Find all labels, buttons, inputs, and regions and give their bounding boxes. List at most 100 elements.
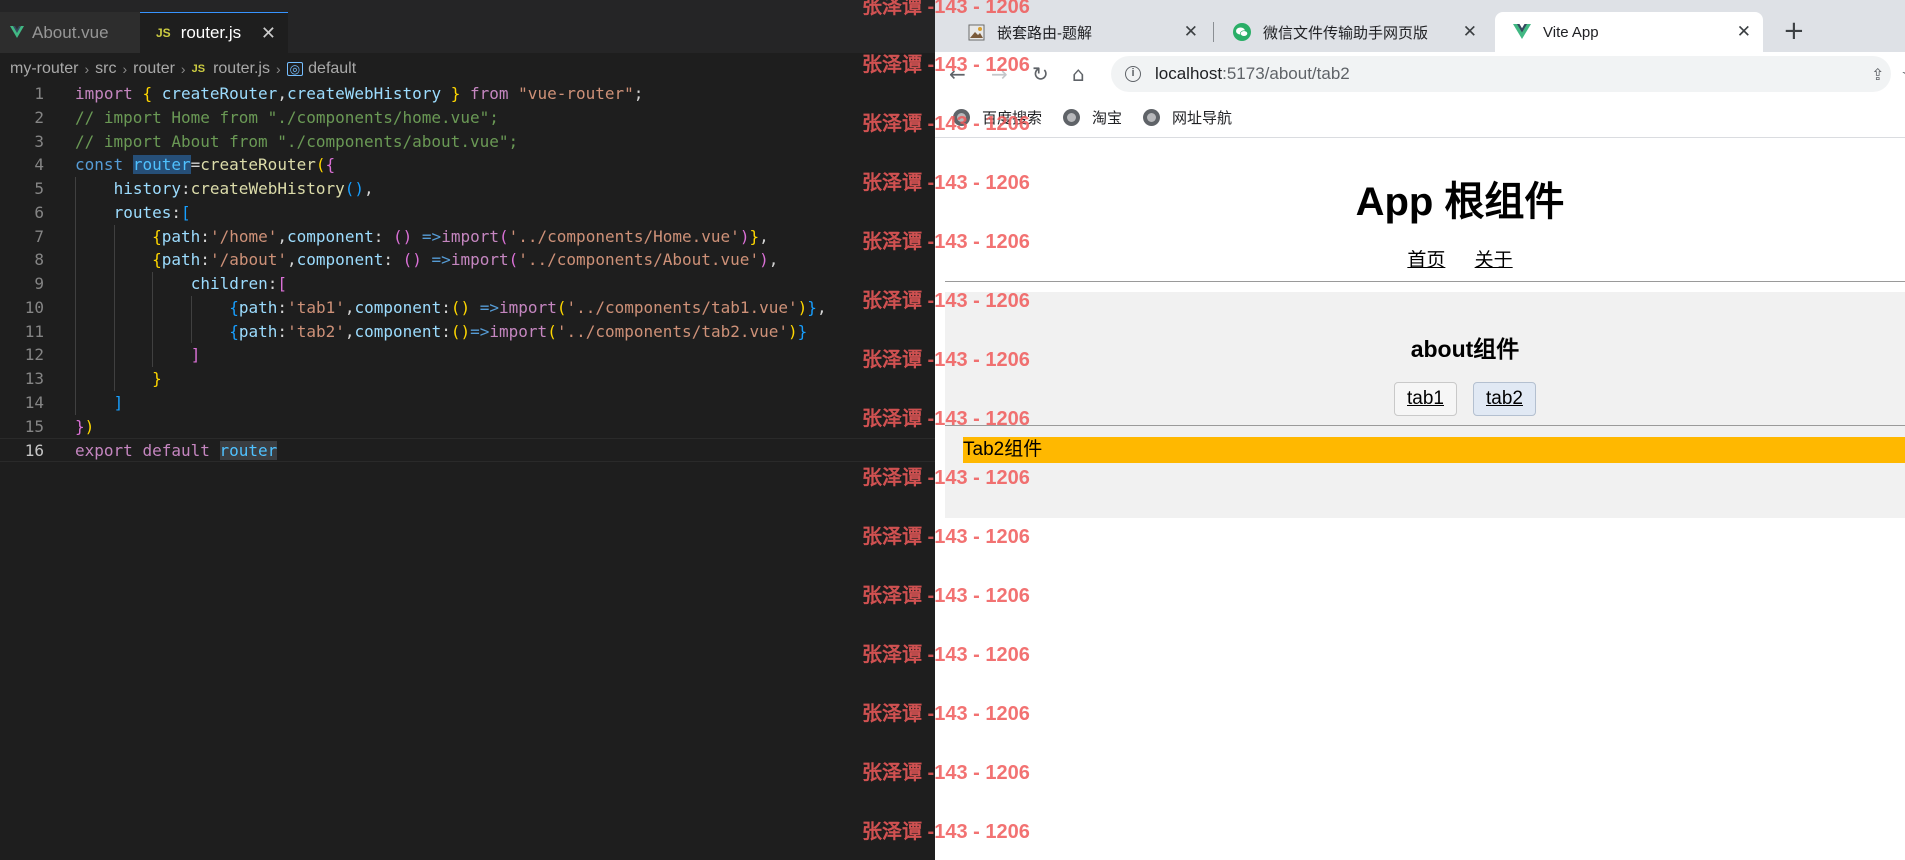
code-text: }	[152, 369, 162, 388]
line-number: 5	[34, 179, 44, 198]
divider	[945, 281, 1905, 282]
wechat-icon	[1233, 23, 1251, 41]
code-line[interactable]: 2 // import Home from "./components/home.…	[0, 106, 935, 130]
bookmark-label: 淘宝	[1092, 110, 1123, 127]
code-text: children:[	[190, 274, 288, 293]
code-line[interactable]: 14 ]	[0, 390, 935, 415]
code-line[interactable]: 16 export default router	[0, 438, 935, 462]
code-text: export default router	[75, 441, 278, 461]
tab2-content: Tab2组件	[963, 437, 1905, 463]
code-line[interactable]: 7 {path:'/home',component: () =>import('…	[0, 224, 935, 249]
bookmarks-bar: 百度搜索 淘宝 网址导航	[935, 98, 1905, 138]
breadcrumb-item[interactable]: router.js	[213, 60, 270, 78]
line-number: 2	[34, 107, 44, 127]
code-text: ]	[190, 345, 201, 365]
tab-label: router.js	[180, 23, 242, 42]
code-line[interactable]: 1 import { createRouter,createWebHistory …	[0, 82, 935, 106]
code-editor: About.vue JS router.js ✕ my-router › src…	[0, 0, 935, 860]
line-number: 7	[34, 226, 44, 246]
line-number: 13	[24, 369, 44, 388]
line-number: 1	[34, 84, 44, 103]
js-icon: JS	[191, 63, 206, 75]
vue-icon	[1513, 23, 1531, 41]
tab-about-vue[interactable]: About.vue	[0, 12, 140, 53]
watermark-text: 张泽谭 -143 - 1206	[862, 467, 1030, 489]
share-icon[interactable]: ⇪	[1871, 65, 1884, 84]
close-icon[interactable]: ✕	[1737, 22, 1751, 42]
browser-tab-vite-app[interactable]: Vite App ✕	[1495, 12, 1763, 52]
browser-tab-title: 嵌套路由-题解	[997, 24, 1092, 42]
code-line[interactable]: 15})	[0, 415, 935, 439]
symbol-variable-icon: ◎	[286, 62, 304, 76]
browser-toolbar: ← → ↻ ⌂ i localhost :5173/about/tab2 ⇪ ☆	[935, 52, 1905, 98]
browser-tab-wechat[interactable]: 微信文件传输助手网页版 ✕	[1217, 12, 1489, 52]
sub-tab-tab1[interactable]: tab1	[1394, 382, 1457, 416]
image-favicon-icon	[967, 23, 985, 41]
code-area[interactable]: 1 import { createRouter,createWebHistory …	[0, 82, 935, 462]
watermark-text: 张泽谭 -143 - 1206	[862, 703, 1030, 725]
watermark-text: 张泽谭 -143 - 1206	[862, 0, 1030, 18]
bookmark-taobao[interactable]: 淘宝	[1063, 107, 1122, 128]
breadcrumb-item[interactable]: src	[95, 60, 116, 78]
code-text: const router=createRouter({	[75, 155, 336, 175]
watermark-text: 张泽谭 -143 - 1206	[862, 821, 1030, 843]
close-icon[interactable]: ✕	[1184, 22, 1198, 42]
reload-icon[interactable]: ↻	[1032, 62, 1049, 86]
watermark-text: 张泽谭 -143 - 1206	[862, 762, 1030, 784]
code-text: // import About from "./components/about…	[75, 131, 519, 151]
breadcrumb-item[interactable]: router	[133, 60, 175, 78]
new-tab-icon[interactable]: +	[1783, 16, 1805, 46]
code-line[interactable]: 6 routes:[	[0, 200, 935, 225]
line-number: 8	[34, 250, 44, 270]
code-line[interactable]: 3 // import About from "./components/abou…	[0, 130, 935, 154]
app-nav: 首页 关于	[935, 245, 1905, 272]
web-page: App 根组件 首页 关于 about组件 tab1 tab2 Tab2组件	[935, 139, 1905, 860]
breadcrumb-item[interactable]: my-router	[10, 60, 78, 78]
watermark-text: 张泽谭 -143 - 1206	[862, 54, 1030, 76]
chevron-right-icon: ›	[275, 61, 281, 77]
nav-link-about[interactable]: 关于	[1475, 250, 1513, 271]
watermark-text: 张泽谭 -143 - 1206	[862, 172, 1030, 194]
url-host: localhost	[1155, 64, 1223, 83]
breadcrumb: my-router › src › router › JS router.js …	[10, 58, 356, 80]
browser-tab-bar: 嵌套路由-题解 ✕ 微信文件传输助手网页版 ✕ Vite App ✕ +	[935, 0, 1905, 52]
chevron-right-icon: ›	[180, 61, 186, 77]
browser-tab-title: 微信文件传输助手网页版	[1263, 24, 1429, 42]
code-line[interactable]: 5 history:createWebHistory(),	[0, 177, 935, 201]
nav-link-home[interactable]: 首页	[1407, 250, 1445, 271]
tab-label: About.vue	[32, 22, 109, 42]
code-line[interactable]: 9 children:[	[0, 272, 935, 296]
address-bar[interactable]: i localhost :5173/about/tab2 ⇪ ☆	[1111, 56, 1905, 92]
code-line[interactable]: 12 ]	[0, 343, 935, 367]
code-line[interactable]: 13 }	[0, 367, 935, 391]
breadcrumb-item[interactable]: default	[308, 60, 356, 78]
line-number: 14	[24, 392, 44, 412]
watermark-text: 张泽谭 -143 - 1206	[862, 644, 1030, 666]
sub-tabs: tab1 tab2	[945, 382, 1905, 416]
bookmark-url-nav[interactable]: 网址导航	[1143, 107, 1232, 128]
editor-tab-bar: About.vue JS router.js ✕	[0, 0, 935, 53]
app-title: App 根组件	[1355, 180, 1565, 224]
browser-window: 嵌套路由-题解 ✕ 微信文件传输助手网页版 ✕ Vite App ✕ + ← →…	[935, 0, 1905, 860]
watermark-text: 张泽谭 -143 - 1206	[862, 113, 1030, 135]
sub-tab-tab2[interactable]: tab2	[1473, 382, 1536, 416]
code-text: ]	[113, 392, 124, 412]
tab-router-js[interactable]: JS router.js ✕	[140, 12, 288, 53]
code-line[interactable]: 11 {path:'tab2',component:()=>import('..…	[0, 319, 935, 344]
code-line[interactable]: 4 const router=createRouter({	[0, 153, 935, 177]
tab-separator	[1213, 22, 1214, 42]
line-number: 9	[34, 274, 44, 293]
code-text: {path:'tab1',component:() =>import('../c…	[229, 297, 827, 317]
code-text: // import Home from "./components/home.v…	[75, 107, 499, 127]
bookmark-label: 网址导航	[1172, 110, 1233, 127]
code-line[interactable]: 8 {path:'/about',component: () =>import(…	[0, 248, 935, 272]
home-icon[interactable]: ⌂	[1072, 62, 1085, 86]
close-icon[interactable]: ✕	[261, 23, 276, 44]
code-text: history:createWebHistory(),	[113, 179, 374, 198]
line-number: 10	[24, 297, 44, 317]
bookmark-star-icon[interactable]: ☆	[1901, 62, 1905, 86]
info-icon[interactable]: i	[1125, 66, 1141, 82]
close-icon[interactable]: ✕	[1463, 22, 1477, 42]
line-number: 12	[24, 345, 44, 365]
code-line[interactable]: 10 {path:'tab1',component:() =>import('.…	[0, 295, 935, 320]
